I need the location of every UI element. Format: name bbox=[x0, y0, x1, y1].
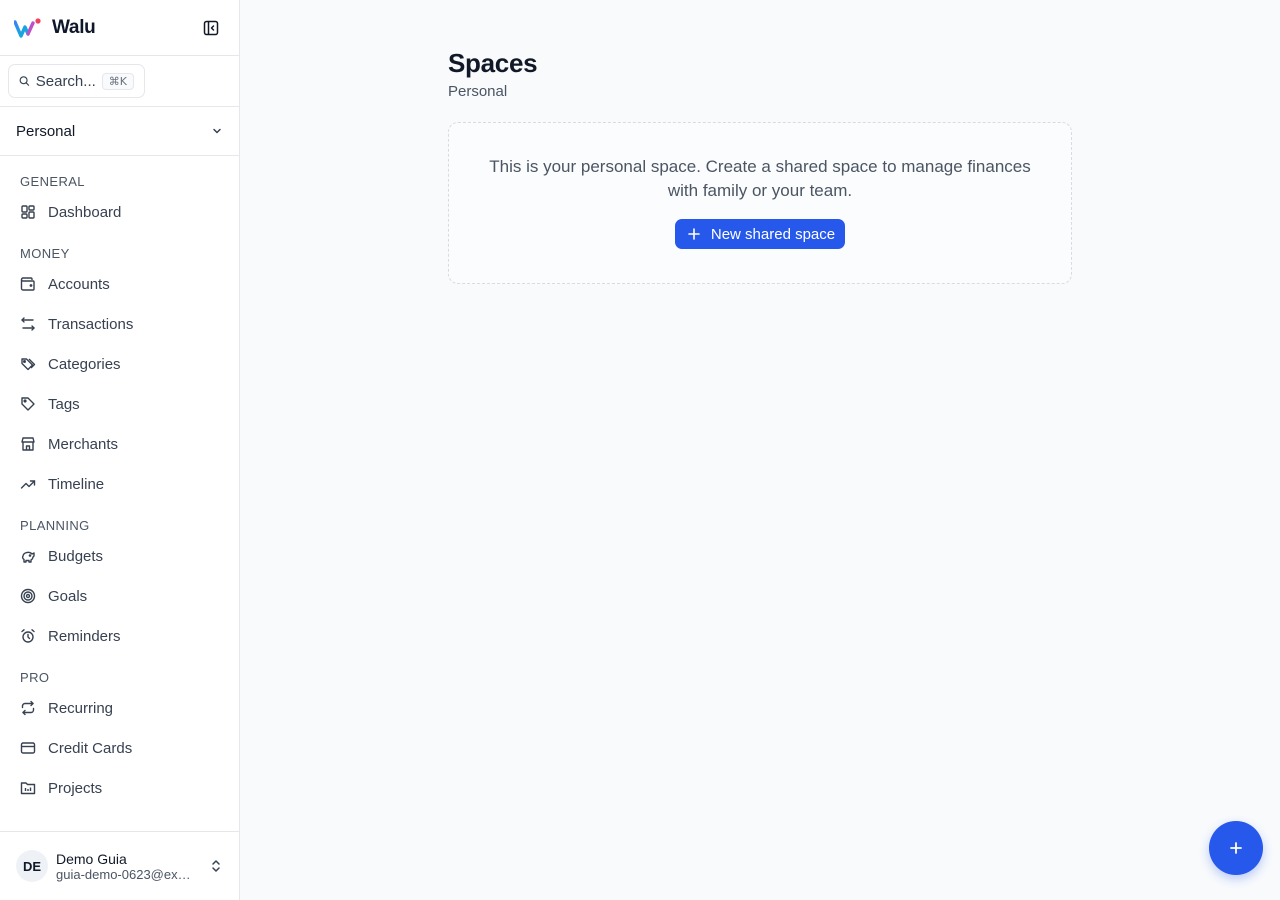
sidebar-item-label: Reminders bbox=[48, 627, 121, 645]
sidebar-item-recurring[interactable]: Recurring bbox=[0, 688, 239, 728]
sidebar-item-categories[interactable]: Categories bbox=[0, 344, 239, 384]
plus-icon bbox=[1230, 842, 1242, 854]
search-icon bbox=[19, 76, 30, 86]
sidebar-item-timeline[interactable]: Timeline bbox=[0, 464, 239, 504]
sidebar-item-label: Goals bbox=[48, 587, 88, 605]
sidebar-item-accounts[interactable]: Accounts bbox=[0, 264, 239, 304]
sidebar-item-projects[interactable]: Projects bbox=[0, 768, 239, 808]
page-title: Spaces bbox=[448, 48, 538, 78]
store-icon bbox=[20, 436, 36, 452]
dashboard-icon bbox=[20, 204, 36, 220]
sidebar-item-label: Projects bbox=[48, 779, 103, 797]
new-shared-space-label: New shared space bbox=[710, 225, 836, 243]
tag-icon bbox=[20, 396, 36, 412]
space-selector-value: Personal bbox=[16, 122, 76, 140]
sidebar-item-credit-cards[interactable]: Credit Cards bbox=[0, 728, 239, 768]
sidebar: Walu Search... ⌘K Personal GENERAL Dashb… bbox=[0, 0, 240, 900]
new-shared-space-button[interactable]: New shared space bbox=[674, 219, 846, 249]
chevron-down-icon bbox=[213, 128, 221, 134]
target-icon bbox=[20, 588, 36, 604]
sidebar-item-label: Merchants bbox=[48, 435, 119, 453]
quick-add-button[interactable] bbox=[1209, 821, 1263, 875]
sidebar-item-label: Recurring bbox=[48, 699, 114, 717]
sidebar-item-label: Accounts bbox=[48, 275, 110, 293]
spaces-page: Spaces Personal This is your personal sp… bbox=[448, 48, 1072, 284]
credit-card-icon bbox=[20, 740, 36, 756]
main-content: Spaces Personal This is your personal sp… bbox=[240, 0, 1280, 900]
sidebar-item-label: Transactions bbox=[48, 315, 134, 333]
user-name: Demo Guia bbox=[56, 850, 127, 867]
collapse-sidebar-button[interactable] bbox=[201, 18, 221, 38]
panel-left-icon bbox=[203, 20, 219, 36]
sidebar-item-label: Credit Cards bbox=[48, 739, 133, 757]
sidebar-item-tags[interactable]: Tags bbox=[0, 384, 239, 424]
alarm-clock-icon bbox=[20, 628, 36, 644]
sidebar-item-label: Tags bbox=[48, 395, 80, 413]
piggy-bank-icon bbox=[20, 548, 36, 564]
sidebar-item-label: Categories bbox=[48, 355, 121, 373]
sidebar-nav: GENERAL Dashboard MONEY Accounts Transac… bbox=[0, 156, 239, 900]
chevrons-up-down-icon bbox=[212, 860, 220, 872]
empty-state-message: This is your personal space. Create a sh… bbox=[489, 157, 1031, 200]
search-button[interactable]: Search... ⌘K bbox=[8, 64, 145, 98]
search-label: Search... bbox=[35, 72, 96, 90]
tags-icon bbox=[20, 356, 36, 372]
space-selector[interactable]: Personal bbox=[0, 107, 239, 156]
repeat-icon bbox=[20, 700, 36, 716]
search-area: Search... ⌘K bbox=[0, 56, 239, 107]
sidebar-item-label: Budgets bbox=[48, 547, 104, 565]
nav-group-money: MONEY bbox=[20, 246, 70, 261]
page-subtitle: Personal bbox=[448, 83, 508, 100]
folder-chart-icon bbox=[20, 780, 36, 796]
user-email: guia-demo-0623@example.com bbox=[56, 866, 196, 882]
sidebar-item-transactions[interactable]: Transactions bbox=[0, 304, 239, 344]
sidebar-item-dashboard[interactable]: Dashboard bbox=[0, 192, 239, 232]
nav-group-pro: PRO bbox=[20, 670, 50, 685]
sidebar-item-reminders[interactable]: Reminders bbox=[0, 616, 239, 656]
avatar: DE bbox=[16, 850, 48, 882]
sidebar-item-label: Dashboard bbox=[48, 203, 122, 221]
sidebar-item-goals[interactable]: Goals bbox=[0, 576, 239, 616]
plus-icon bbox=[687, 227, 701, 241]
arrows-swap-icon bbox=[20, 316, 36, 332]
walu-logo-icon bbox=[14, 17, 42, 39]
brand-name: Walu bbox=[52, 16, 96, 38]
user-info: Demo Guia guia-demo-0623@example.com bbox=[56, 851, 196, 882]
sidebar-item-budgets[interactable]: Budgets bbox=[0, 536, 239, 576]
sidebar-item-label: Timeline bbox=[48, 475, 105, 493]
empty-state-card: This is your personal space. Create a sh… bbox=[448, 122, 1072, 284]
sidebar-item-merchants[interactable]: Merchants bbox=[0, 424, 239, 464]
search-shortcut: ⌘K bbox=[101, 72, 134, 90]
nav-group-planning: PLANNING bbox=[20, 518, 90, 533]
wallet-icon bbox=[20, 276, 36, 292]
brand-header: Walu bbox=[0, 0, 239, 56]
nav-group-general: GENERAL bbox=[20, 174, 85, 189]
user-menu[interactable]: DE Demo Guia guia-demo-0623@example.com bbox=[0, 831, 239, 900]
trending-up-icon bbox=[20, 476, 36, 492]
